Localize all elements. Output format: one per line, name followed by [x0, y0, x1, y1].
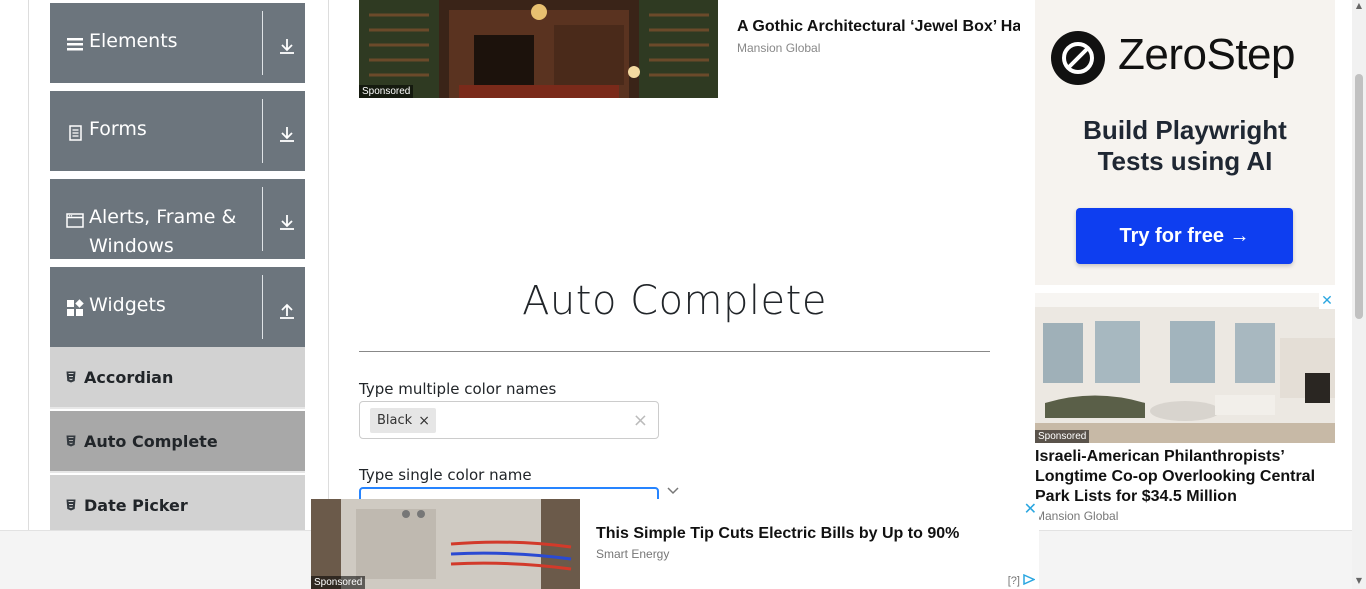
divider [262, 11, 263, 75]
title-divider [359, 351, 990, 352]
ad-headline[interactable]: This Simple Tip Cuts Electric Bills by U… [596, 525, 959, 543]
chevron-down-icon[interactable] [666, 484, 680, 498]
html5-icon [66, 499, 76, 511]
sidebar-item-date-picker[interactable]: Date Picker [50, 475, 305, 537]
sidebar-item-label: Date Picker [84, 496, 188, 515]
adchoices-icon [1023, 573, 1036, 586]
sidebar-group-label: Forms [89, 118, 147, 140]
ad-image-breaker[interactable]: Sponsored [311, 499, 580, 589]
window-icon [66, 213, 84, 228]
headline-line: Tests using AI [1097, 146, 1273, 176]
sidebar-group-label: Elements [89, 30, 178, 52]
document-icon [69, 125, 82, 141]
hamburger-icon [67, 38, 83, 51]
ad-source: Smart Energy [596, 547, 670, 561]
sidebar-item-accordian[interactable]: Accordian [50, 347, 305, 409]
ad-image-apartment[interactable]: Sponsored ✕ [1035, 293, 1335, 443]
ad-headline[interactable]: A Gothic Architectural ‘Jewel Box’ Ha [737, 18, 1020, 36]
sidebar-group-label: Widgets [89, 294, 166, 316]
scroll-thumb[interactable] [1355, 74, 1363, 319]
zerostep-ad[interactable]: ZeroStep Build Playwright Tests using AI… [1035, 0, 1335, 285]
sidebar-item-label: Auto Complete [84, 432, 218, 451]
divider [262, 187, 263, 251]
sidebar-group-label: Alerts, Frame & Windows [89, 206, 237, 257]
ad-info-button[interactable]: [?] [1007, 573, 1036, 587]
ad-source: Mansion Global [1035, 509, 1119, 523]
apartment-photo [1035, 293, 1335, 443]
zerostep-logo-icon [1051, 31, 1105, 85]
sponsored-label: Sponsored [311, 576, 366, 589]
ad-source: Mansion Global [737, 41, 821, 55]
html5-icon [66, 435, 76, 447]
zerostep-headline: Build Playwright Tests using AI [1035, 115, 1335, 177]
library-photo [359, 0, 718, 98]
zerostep-brand: ZeroStep [1118, 30, 1295, 79]
bottom-ad[interactable]: Sponsored This Simple Tip Cuts Electric … [311, 499, 1039, 589]
color-chip: Black × [370, 408, 436, 433]
upload-arrow-icon[interactable] [278, 301, 296, 319]
headline-line: Build Playwright [1083, 115, 1287, 145]
multi-color-input[interactable]: Black × × [359, 401, 659, 439]
ad-info-label: [?] [1007, 575, 1020, 587]
chip-label: Black [377, 413, 413, 428]
download-arrow-icon[interactable] [278, 125, 296, 143]
download-arrow-icon[interactable] [278, 213, 296, 231]
divider [262, 99, 263, 163]
sponsored-label: Sponsored [359, 85, 414, 98]
download-arrow-icon[interactable] [278, 37, 296, 55]
divider [262, 275, 263, 339]
scroll-up-icon[interactable]: ▲ [1355, 2, 1363, 10]
single-color-label: Type single color name [359, 466, 532, 484]
ad-close-button[interactable]: ✕ [1024, 499, 1037, 518]
sidebar-group-widgets[interactable]: Widgets [50, 267, 305, 347]
ad-headline[interactable]: Israeli-American Philanthropists’ Longti… [1035, 447, 1335, 507]
ad-close-button[interactable]: ✕ [1319, 293, 1335, 309]
sponsored-label: Sponsored [1035, 430, 1090, 443]
multi-color-label: Type multiple color names [359, 380, 557, 398]
widgets-icon [67, 299, 84, 316]
sidebar-group-elements[interactable]: Elements [50, 3, 305, 83]
html5-icon [66, 371, 76, 383]
sidebar-item-label: Accordian [84, 368, 174, 387]
page: Elements Forms Alerts, Frame & Windows W… [0, 0, 1366, 589]
sidebar-group-alerts[interactable]: Alerts, Frame & Windows [50, 179, 305, 259]
sidebar-group-forms[interactable]: Forms [50, 91, 305, 171]
page-title: Auto Complete [522, 278, 827, 324]
sidebar-item-auto-complete[interactable]: Auto Complete [50, 411, 305, 473]
chip-remove-button[interactable]: × [418, 413, 436, 429]
page-scrollbar[interactable]: ▲ ▼ [1352, 0, 1366, 589]
scroll-down-icon[interactable]: ▼ [1355, 577, 1363, 585]
clear-icon[interactable]: × [633, 410, 648, 431]
ad-image-library[interactable]: Sponsored [359, 0, 718, 98]
try-for-free-button[interactable]: Try for free → [1076, 208, 1293, 264]
